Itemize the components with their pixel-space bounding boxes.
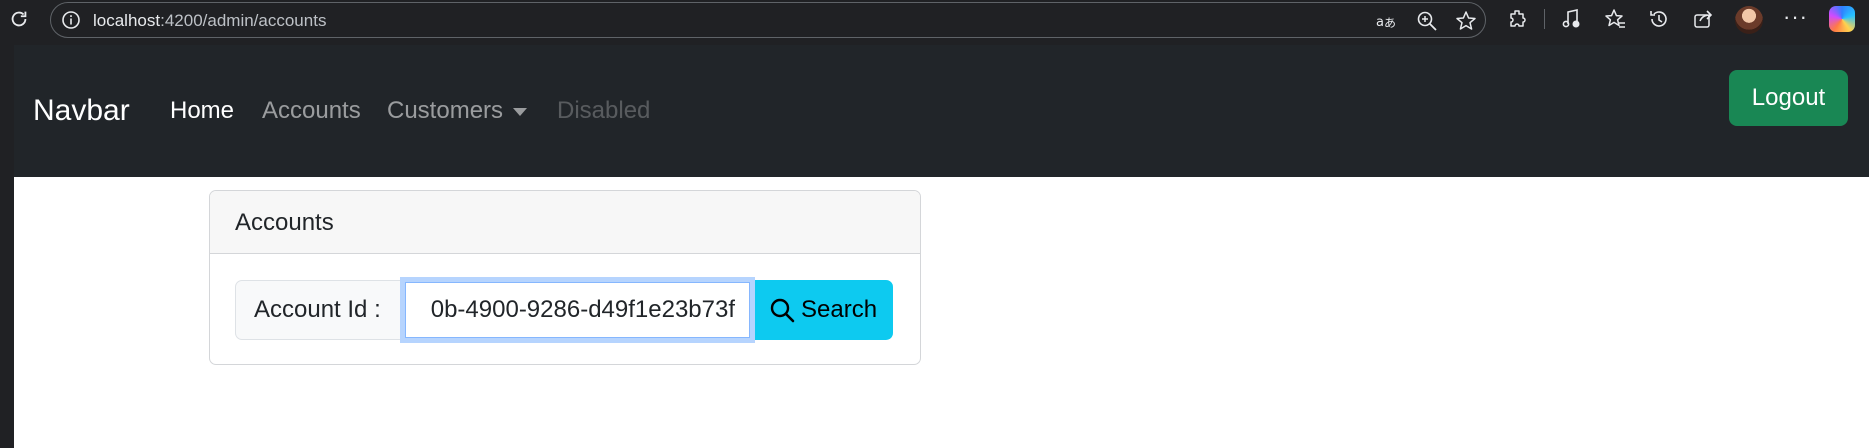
navbar: Navbar Home Accounts Customers Disabled …: [14, 45, 1869, 177]
favorite-star-icon[interactable]: [1455, 10, 1477, 32]
profile-avatar[interactable]: [1735, 6, 1763, 34]
navbar-brand[interactable]: Navbar: [33, 94, 130, 128]
svg-text:あ: あ: [1384, 16, 1396, 30]
nav-link-accounts[interactable]: Accounts: [262, 97, 361, 125]
card-title: Accounts: [235, 209, 334, 236]
nav-link-customers-label: Customers: [387, 97, 504, 124]
history-icon[interactable]: [1648, 8, 1670, 30]
nav-link-disabled: Disabled: [557, 97, 651, 124]
url-path: :4200/admin/accounts: [160, 11, 327, 30]
share-icon[interactable]: [1692, 8, 1714, 30]
extensions-icon[interactable]: [1507, 8, 1529, 30]
search-button-label: Search: [801, 296, 878, 323]
site-info-icon[interactable]: [61, 10, 81, 30]
logout-button[interactable]: Logout: [1729, 70, 1848, 126]
browser-toolbar: localhost:4200/admin/accounts a あ ···: [0, 0, 1869, 38]
account-id-input[interactable]: [405, 282, 750, 338]
search-icon: [770, 298, 795, 323]
more-options-icon[interactable]: ···: [1783, 4, 1808, 30]
copilot-icon[interactable]: [1829, 6, 1855, 32]
search-button[interactable]: Search: [755, 280, 893, 340]
address-bar[interactable]: localhost:4200/admin/accounts a あ: [50, 2, 1486, 38]
url-text[interactable]: localhost:4200/admin/accounts: [93, 11, 326, 31]
account-search-group: Account Id : Search: [235, 277, 893, 343]
nav-link-home[interactable]: Home: [170, 97, 234, 125]
zoom-icon[interactable]: [1416, 10, 1438, 32]
accounts-card: Accounts Account Id : Search: [209, 190, 921, 365]
account-id-label: Account Id :: [235, 280, 402, 340]
media-control-icon[interactable]: [1560, 8, 1582, 30]
toolbar-separator: [1544, 9, 1545, 29]
caret-down-icon: [513, 107, 528, 116]
translate-icon[interactable]: a あ: [1375, 10, 1397, 32]
url-host: localhost: [93, 11, 161, 30]
card-header: Accounts: [210, 191, 920, 254]
account-id-focus-ring: [400, 277, 755, 343]
favorites-icon[interactable]: [1604, 8, 1626, 30]
page-viewport: Navbar Home Accounts Customers Disabled …: [14, 45, 1869, 448]
svg-text:a: a: [1376, 15, 1384, 30]
reload-icon[interactable]: [8, 8, 30, 30]
nav-dropdown-customers[interactable]: Customers: [387, 97, 528, 125]
